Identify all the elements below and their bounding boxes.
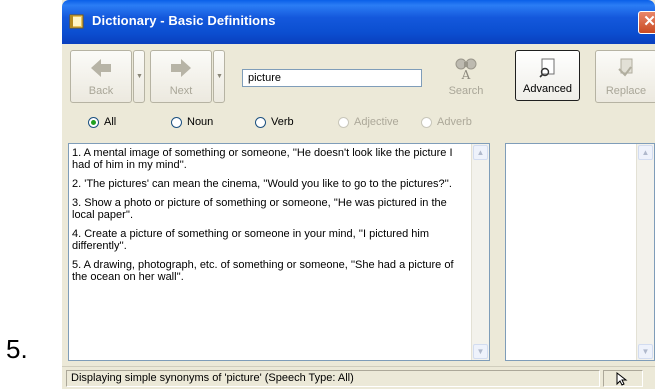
cursor-icon (616, 372, 628, 386)
radio-all-label: All (104, 116, 117, 128)
radio-noun[interactable]: Noun (171, 116, 213, 128)
radio-adverb: Adverb (421, 116, 472, 128)
advanced-label: Advanced (523, 83, 572, 95)
back-arrow-icon (91, 59, 111, 77)
radio-all-indicator[interactable] (88, 116, 99, 128)
forward-arrow-icon (171, 59, 191, 77)
synonyms-panel[interactable]: ▲ ▼ (505, 143, 655, 361)
status-bar: Displaying simple synonyms of 'picture' … (62, 366, 655, 389)
radio-adverb-label: Adverb (437, 116, 472, 128)
search-input[interactable] (242, 69, 422, 87)
speech-type-filter: All Noun Verb Adjective Adverb (62, 113, 655, 133)
scroll-down-icon[interactable]: ▼ (638, 344, 653, 359)
title-bar[interactable]: Dictionary - Basic Definitions ✕ (62, 0, 655, 44)
dictionary-window: Dictionary - Basic Definitions ✕ Back ▼ … (62, 0, 655, 389)
window-title: Dictionary - Basic Definitions (92, 13, 276, 28)
radio-noun-indicator[interactable] (171, 116, 182, 128)
document-magnifier-icon (538, 58, 554, 78)
radio-verb-label: Verb (271, 116, 294, 128)
radio-adverb-indicator (421, 116, 432, 128)
chevron-down-icon: ▼ (136, 73, 143, 80)
next-history-dropdown[interactable]: ▼ (213, 50, 225, 103)
definition-item: 5. A drawing, photograph, etc. of someth… (72, 259, 454, 283)
status-cursor-panel (603, 370, 643, 387)
radio-adjective-label: Adjective (354, 116, 399, 128)
replace-icon (618, 58, 633, 77)
definition-item: 3. Show a photo or picture of something … (72, 197, 447, 221)
outer-list-number: 5. (6, 334, 28, 364)
toolbar: Back ▼ Next ▼ A Search (70, 50, 655, 105)
definition-item: 1. A mental image of something or someon… (72, 147, 453, 171)
book-icon (69, 14, 84, 29)
definitions-panel[interactable]: 1. A mental image of something or someon… (68, 143, 490, 361)
binoculars-icon: A (455, 58, 477, 81)
back-history-dropdown[interactable]: ▼ (133, 50, 145, 103)
chevron-down-icon: ▼ (216, 73, 223, 80)
search-label: Search (448, 85, 484, 97)
radio-noun-label: Noun (187, 116, 214, 128)
search-button[interactable]: A Search (434, 50, 498, 103)
replace-button[interactable]: Replace (595, 50, 655, 103)
scroll-up-icon[interactable]: ▲ (638, 145, 653, 160)
synonyms-scrollbar[interactable]: ▲ ▼ (636, 144, 654, 360)
radio-adjective-indicator (338, 116, 349, 128)
close-button[interactable]: ✕ (638, 11, 655, 34)
definition-item: 4. Create a picture of something or some… (72, 228, 429, 252)
definitions-list: 1. A mental image of something or someon… (72, 147, 464, 290)
radio-verb[interactable]: Verb (255, 116, 294, 128)
next-button[interactable]: Next (150, 50, 212, 103)
replace-label: Replace (605, 85, 647, 97)
definition-item: 2. 'The pictures' can mean the cinema, '… (72, 178, 452, 190)
radio-all[interactable]: All (88, 116, 116, 128)
svg-text:A: A (461, 68, 471, 81)
radio-adjective: Adjective (338, 116, 399, 128)
advanced-button[interactable]: Advanced (515, 50, 580, 101)
status-text: Displaying simple synonyms of 'picture' … (71, 372, 354, 384)
back-button[interactable]: Back (70, 50, 132, 103)
scroll-down-icon[interactable]: ▼ (473, 344, 488, 359)
next-label: Next (169, 85, 193, 97)
scroll-up-icon[interactable]: ▲ (473, 145, 488, 160)
status-panel: Displaying simple synonyms of 'picture' … (66, 370, 600, 387)
definitions-scrollbar[interactable]: ▲ ▼ (471, 144, 489, 360)
radio-verb-indicator[interactable] (255, 116, 266, 128)
back-label: Back (88, 85, 114, 97)
